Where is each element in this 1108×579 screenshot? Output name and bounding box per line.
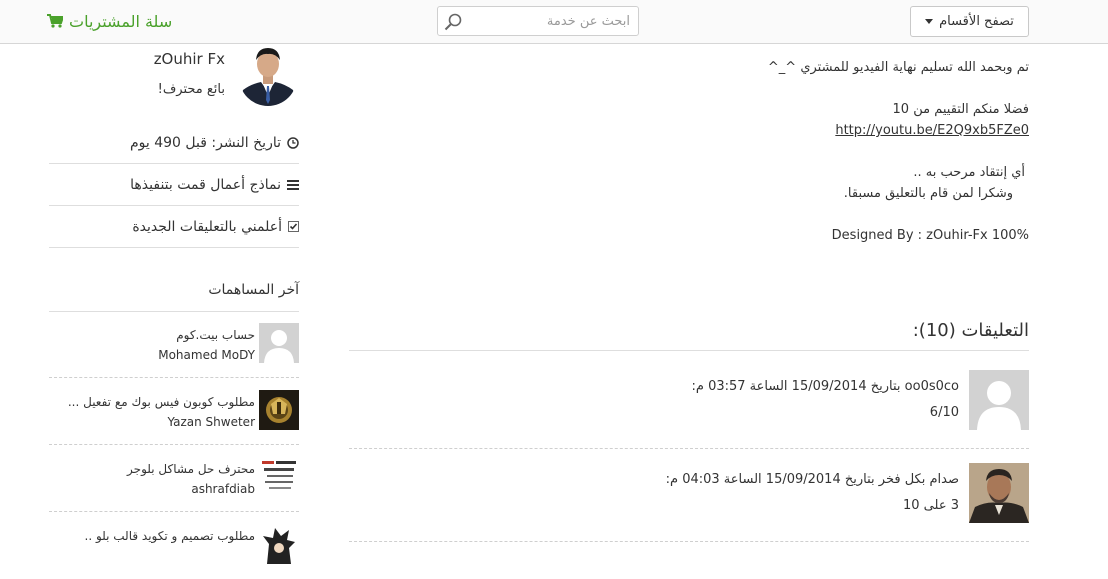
comment-meta: صدام بكل فخر بتاريخ 15/09/2014 الساعة 04… <box>665 472 959 487</box>
description-line: أي إنتقاد مرحب به .. <box>913 165 1025 180</box>
text-banner-thumb <box>259 457 299 497</box>
contribution-item[interactable]: محترف حل مشاكل بلوجر ashrafdiab <box>49 445 299 512</box>
cart-link[interactable]: سلة المشتريات <box>47 10 172 32</box>
commenter-avatar[interactable] <box>969 463 1029 523</box>
commenter-avatar[interactable] <box>969 370 1029 430</box>
latest-contributions-title: آخر المساهمات <box>49 272 299 312</box>
clock-icon <box>287 136 299 149</box>
contribution-user[interactable]: Yazan Shweter <box>167 415 255 429</box>
comment-body: 3 على 10 <box>903 498 959 513</box>
contribution-item[interactable]: مطلوب كوبون فيس بوك مع تفعيل ... Yazan S… <box>49 378 299 445</box>
published-date: تاريخ النشر: قبل 490 يوم <box>129 134 281 151</box>
portfolio-link[interactable]: نماذج أعمال قمت بتنفيذها <box>49 164 299 206</box>
search-input[interactable] <box>466 7 634 35</box>
default-avatar-icon <box>259 323 299 363</box>
divider <box>349 448 1029 449</box>
contribution-title[interactable]: مطلوب تصميم و تكويد قالب بلو .. <box>85 529 256 543</box>
contribution-thumb[interactable] <box>259 323 299 363</box>
contribution-thumb[interactable] <box>259 524 299 564</box>
seller-title: بائع محترف! <box>157 82 225 97</box>
video-link[interactable]: http://youtu.be/E2Q9xb5FZe0 <box>835 123 1029 138</box>
contribution-title[interactable]: محترف حل مشاكل بلوجر <box>127 462 255 476</box>
comment-item: oo0s0co بتاريخ 15/09/2014 الساعة 03:57 م… <box>349 370 1029 450</box>
default-avatar-icon <box>969 370 1029 430</box>
character-thumb <box>259 524 299 564</box>
comments-heading: التعليقات (10): <box>912 320 1029 341</box>
description-line: تم وبحمد الله تسليم نهاية الفيديو للمشتر… <box>767 60 1029 75</box>
caret-down-icon <box>925 19 934 24</box>
contribution-thumb[interactable] <box>259 390 299 430</box>
search-icon[interactable] <box>444 13 462 31</box>
comment-meta: oo0s0co بتاريخ 15/09/2014 الساعة 03:57 م… <box>691 379 959 394</box>
search-box <box>437 6 639 36</box>
seller-avatar[interactable] <box>239 44 297 106</box>
divider <box>349 541 1029 542</box>
list-icon <box>287 180 299 190</box>
description-line: فضلا منكم التقييم من 10 <box>892 102 1029 117</box>
comment-item: صدام بكل فخر بتاريخ 15/09/2014 الساعة 04… <box>349 463 1029 543</box>
emblem-thumb <box>259 390 299 430</box>
notify-comments-label: أعلمني بالتعليقات الجديدة <box>132 218 282 235</box>
description-credit: Designed By : zOuhir-Fx 100% <box>831 228 1029 243</box>
portfolio-label: نماذج أعمال قمت بتنفيذها <box>130 176 281 193</box>
commenter-photo <box>969 463 1029 523</box>
divider <box>349 350 1029 351</box>
comment-body: 6/10 <box>929 405 959 420</box>
published-date-row: تاريخ النشر: قبل 490 يوم <box>49 122 299 164</box>
contribution-thumb[interactable] <box>259 457 299 497</box>
notify-comments-row[interactable]: أعلمني بالتعليقات الجديدة <box>49 206 299 248</box>
contribution-item[interactable]: مطلوب تصميم و تكويد قالب بلو .. <box>49 512 299 579</box>
contribution-item[interactable]: حساب بيت.كوم Mohamed MoDY <box>49 311 299 378</box>
contribution-title[interactable]: حساب بيت.كوم <box>176 328 255 342</box>
cart-label: سلة المشتريات <box>69 11 173 31</box>
contribution-user[interactable]: Mohamed MoDY <box>158 348 255 362</box>
shopping-cart-icon <box>47 14 63 28</box>
checkbox-icon[interactable] <box>288 221 299 232</box>
description-line: وشكرا لمن قام بالتعليق مسبقا. <box>843 186 1013 201</box>
contribution-title[interactable]: مطلوب كوبون فيس بوك مع تفعيل ... <box>68 395 255 409</box>
contribution-user[interactable]: ashrafdiab <box>191 482 255 496</box>
browse-categories-button[interactable]: تصفح الأقسام <box>910 6 1029 37</box>
browse-label: تصفح الأقسام <box>939 14 1014 29</box>
top-bar: سلة المشتريات تصفح الأقسام <box>0 0 1108 44</box>
seller-name[interactable]: zOuhir Fx <box>154 50 225 68</box>
seller-photo <box>239 44 297 106</box>
